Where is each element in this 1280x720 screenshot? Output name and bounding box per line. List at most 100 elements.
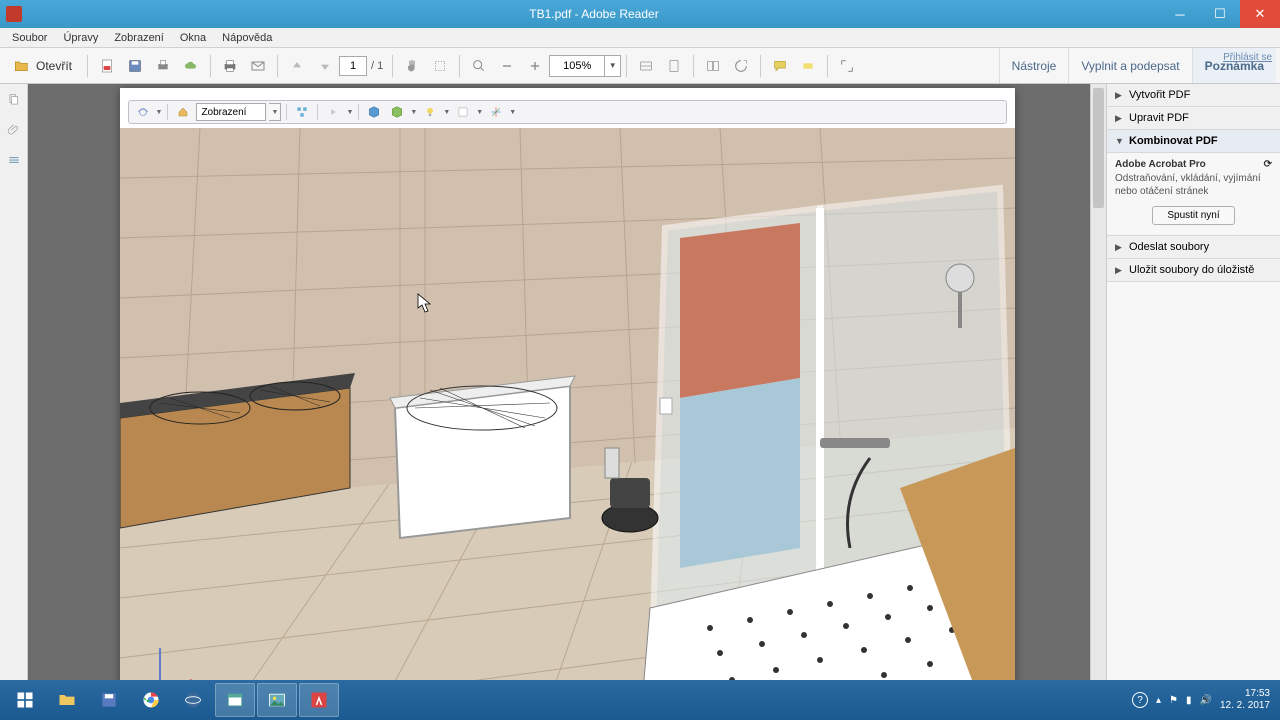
panel-create-pdf[interactable]: ▶Vytvořit PDF xyxy=(1107,84,1280,107)
taskbar-adobe[interactable] xyxy=(299,683,339,717)
start-now-button[interactable]: Spustit nyní xyxy=(1152,206,1234,225)
sign-panel-button[interactable]: Vyplnit a podepsat xyxy=(1068,48,1191,83)
taskbar-save[interactable] xyxy=(89,683,129,717)
window-title: TB1.pdf - Adobe Reader xyxy=(28,7,1160,21)
globe-icon xyxy=(183,690,203,710)
create-pdf-button[interactable] xyxy=(94,53,120,79)
scrollbar-thumb[interactable] xyxy=(1093,88,1104,208)
taskbar-chrome[interactable] xyxy=(131,683,171,717)
start-button[interactable] xyxy=(5,683,45,717)
help-tray-icon[interactable]: ? xyxy=(1132,692,1148,708)
app-icon xyxy=(6,6,22,22)
tools-panel-button[interactable]: Nástroje xyxy=(999,48,1069,83)
comment-icon xyxy=(772,58,788,74)
panel-edit-pdf[interactable]: ▶Upravit PDF xyxy=(1107,107,1280,130)
page-down-button[interactable] xyxy=(312,53,338,79)
light-mode[interactable] xyxy=(420,103,440,121)
window-icon xyxy=(225,690,245,710)
sound-tray-icon[interactable]: 🔊 xyxy=(1200,695,1212,706)
arrow-up-icon xyxy=(289,58,305,74)
model-tree[interactable] xyxy=(292,103,312,121)
network-tray-icon[interactable]: ▮ xyxy=(1186,695,1192,706)
fullscreen-button[interactable] xyxy=(834,53,860,79)
refresh-icon[interactable]: ⟳ xyxy=(1264,159,1272,170)
menu-view[interactable]: Zobrazení xyxy=(106,32,172,44)
chrome-icon xyxy=(141,690,161,710)
home-view[interactable] xyxy=(173,103,193,121)
minus-button[interactable] xyxy=(494,53,520,79)
signin-link[interactable]: Přihlásit se xyxy=(1223,52,1272,63)
vertical-scrollbar[interactable] xyxy=(1090,84,1106,680)
menu-edit[interactable]: Úpravy xyxy=(55,32,106,44)
panel-combine-pdf[interactable]: ▼Kombinovat PDF xyxy=(1107,130,1280,153)
read-mode-button[interactable] xyxy=(700,53,726,79)
product-desc: Odstraňování, vkládání, vyjímání nebo ot… xyxy=(1115,172,1272,198)
layers-button[interactable] xyxy=(4,150,24,170)
home-icon xyxy=(177,106,189,118)
3d-scene-viewport[interactable] xyxy=(120,128,1015,680)
main-toolbar: Otevřít / 1 105% ▼ Nástroje Vyplnit a po… xyxy=(0,48,1280,84)
comment-button[interactable] xyxy=(767,53,793,79)
tray-date: 12. 2. 2017 xyxy=(1220,700,1270,712)
book-icon xyxy=(705,58,721,74)
bg-color[interactable] xyxy=(453,103,473,121)
zoom-out-button[interactable] xyxy=(466,53,492,79)
tray-chevron-icon[interactable]: ▴ xyxy=(1156,695,1161,706)
cube-icon xyxy=(367,105,381,119)
panel-store-files[interactable]: ▶Uložit soubory do úložistě xyxy=(1107,259,1280,282)
menu-window[interactable]: Okna xyxy=(172,32,214,44)
open-label: Otevřít xyxy=(36,59,72,73)
plus-button[interactable] xyxy=(522,53,548,79)
email-button[interactable] xyxy=(245,53,271,79)
layers-icon xyxy=(7,153,21,167)
product-name: Adobe Acrobat Pro xyxy=(1115,159,1206,170)
fit-page-button[interactable] xyxy=(661,53,687,79)
thumbnails-button[interactable] xyxy=(4,90,24,110)
highlight-button[interactable] xyxy=(795,53,821,79)
open-button[interactable]: Otevřít xyxy=(5,53,81,79)
orbit-icon xyxy=(136,105,150,119)
print2-button[interactable] xyxy=(217,53,243,79)
select-tool-button[interactable] xyxy=(427,53,453,79)
fit-width-button[interactable] xyxy=(633,53,659,79)
print-button[interactable] xyxy=(150,53,176,79)
windows-icon xyxy=(15,690,35,710)
zoom-value[interactable]: 105% xyxy=(549,55,605,77)
fit-width-icon xyxy=(638,58,654,74)
maximize-button[interactable]: ☐ xyxy=(1200,0,1240,28)
flag-tray-icon[interactable]: ⚑ xyxy=(1169,695,1178,706)
axis-icon xyxy=(489,105,503,119)
pages-icon xyxy=(7,93,21,107)
view-preset-dropdown[interactable]: ▼ xyxy=(269,103,281,121)
taskbar-explorer[interactable] xyxy=(47,683,87,717)
taskbar-app1[interactable] xyxy=(173,683,213,717)
3d-viewer-toolbar: ▼ ▼ ▼ ▼ ▼ ▼ ▼ xyxy=(128,100,1007,124)
image-icon xyxy=(267,690,287,710)
orbit-tool[interactable] xyxy=(133,103,153,121)
play-button[interactable] xyxy=(323,103,343,121)
share-button[interactable] xyxy=(178,53,204,79)
menu-file[interactable]: Soubor xyxy=(4,32,55,44)
cross-section[interactable] xyxy=(486,103,506,121)
rotate-button[interactable] xyxy=(728,53,754,79)
document-area[interactable]: ▼ ▼ ▼ ▼ ▼ ▼ ▼ xyxy=(28,84,1106,680)
taskbar-app3[interactable] xyxy=(257,683,297,717)
render-mode[interactable] xyxy=(387,103,407,121)
hand-tool-button[interactable] xyxy=(399,53,425,79)
zoom-dropdown[interactable]: ▼ xyxy=(605,55,621,77)
fit-page-icon xyxy=(666,58,682,74)
minimize-button[interactable]: ─ xyxy=(1160,0,1200,28)
close-button[interactable]: ✕ xyxy=(1240,0,1280,28)
save-button[interactable] xyxy=(122,53,148,79)
page-up-button[interactable] xyxy=(284,53,310,79)
taskbar-app2[interactable] xyxy=(215,683,255,717)
page-number-input[interactable] xyxy=(339,56,367,76)
view-preset-input[interactable] xyxy=(196,103,266,121)
cube-view[interactable] xyxy=(364,103,384,121)
panel-combine-body: Adobe Acrobat Pro ⟳ Odstraňování, vkládán… xyxy=(1107,153,1280,236)
menu-help[interactable]: Nápověda xyxy=(214,32,280,44)
box-icon xyxy=(390,105,404,119)
panel-send-files[interactable]: ▶Odeslat soubory xyxy=(1107,236,1280,259)
tray-clock[interactable]: 17:53 12. 2. 2017 xyxy=(1220,688,1270,712)
attachments-button[interactable] xyxy=(4,120,24,140)
